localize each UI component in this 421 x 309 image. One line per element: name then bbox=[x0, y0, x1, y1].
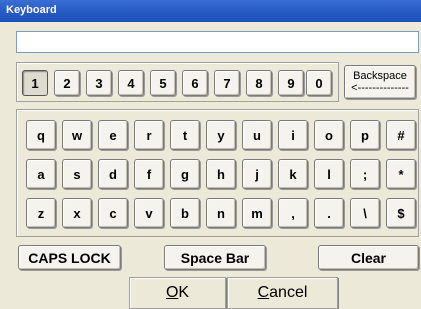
key-2[interactable]: 2 bbox=[54, 70, 80, 96]
key-2-9[interactable]: \ bbox=[350, 198, 380, 228]
key-0-3[interactable]: r bbox=[134, 120, 164, 150]
key-4[interactable]: 4 bbox=[118, 70, 144, 96]
key-5[interactable]: 5 bbox=[150, 70, 176, 96]
key-1-10[interactable]: * bbox=[386, 159, 416, 189]
key-0-9[interactable]: p bbox=[350, 120, 380, 150]
key-0-7[interactable]: i bbox=[278, 120, 308, 150]
key-1-6[interactable]: j bbox=[242, 159, 272, 189]
ok-label-rest: K bbox=[178, 284, 190, 301]
key-6[interactable]: 6 bbox=[182, 70, 208, 96]
key-0-6[interactable]: u bbox=[242, 120, 272, 150]
space-bar-button[interactable]: Space Bar bbox=[164, 245, 266, 270]
key-2-6[interactable]: m bbox=[242, 198, 272, 228]
backspace-button[interactable]: Backspace <-------------- bbox=[344, 65, 416, 99]
key-2-3[interactable]: v bbox=[134, 198, 164, 228]
key-2-0[interactable]: z bbox=[26, 198, 56, 228]
cancel-label-accel: C bbox=[257, 284, 270, 301]
key-0-2[interactable]: e bbox=[98, 120, 128, 150]
key-1-4[interactable]: g bbox=[170, 159, 200, 189]
key-2-7[interactable]: , bbox=[278, 198, 308, 228]
key-1-9[interactable]: ; bbox=[350, 159, 380, 189]
caps-lock-button[interactable]: CAPS LOCK bbox=[18, 245, 121, 270]
key-0-8[interactable]: o bbox=[314, 120, 344, 150]
key-2-1[interactable]: x bbox=[62, 198, 92, 228]
backspace-label: Backspace bbox=[353, 70, 407, 82]
key-8[interactable]: 8 bbox=[246, 70, 272, 96]
key-0-5[interactable]: y bbox=[206, 120, 236, 150]
key-3[interactable]: 3 bbox=[86, 70, 112, 96]
key-0[interactable]: 0 bbox=[306, 70, 332, 96]
cancel-button[interactable]: Cancel bbox=[227, 277, 338, 309]
clear-button[interactable]: Clear bbox=[318, 245, 419, 270]
key-1-2[interactable]: d bbox=[98, 159, 128, 189]
key-2-4[interactable]: b bbox=[170, 198, 200, 228]
key-2-8[interactable]: . bbox=[314, 198, 344, 228]
key-1-0[interactable]: a bbox=[26, 159, 56, 189]
key-2-5[interactable]: n bbox=[206, 198, 236, 228]
key-1-8[interactable]: l bbox=[314, 159, 344, 189]
key-1[interactable]: 1 bbox=[22, 70, 48, 96]
key-2-2[interactable]: c bbox=[98, 198, 128, 228]
key-0-0[interactable]: q bbox=[26, 120, 56, 150]
key-2-10[interactable]: $ bbox=[386, 198, 416, 228]
key-9[interactable]: 9 bbox=[278, 70, 304, 96]
ok-label-accel: O bbox=[165, 284, 179, 301]
window-title: Keyboard bbox=[6, 4, 57, 16]
window-titlebar[interactable]: Keyboard bbox=[0, 0, 421, 22]
key-0-10[interactable]: # bbox=[386, 120, 416, 150]
ok-button[interactable]: OK bbox=[129, 277, 226, 309]
backspace-arrow: <-------------- bbox=[351, 82, 409, 94]
key-0-1[interactable]: w bbox=[62, 120, 92, 150]
key-1-5[interactable]: h bbox=[206, 159, 236, 189]
key-1-7[interactable]: k bbox=[278, 159, 308, 189]
key-0-4[interactable]: t bbox=[170, 120, 200, 150]
text-input[interactable] bbox=[16, 31, 419, 53]
key-1-3[interactable]: f bbox=[134, 159, 164, 189]
cancel-label-rest: ancel bbox=[269, 284, 308, 301]
key-1-1[interactable]: s bbox=[62, 159, 92, 189]
key-7[interactable]: 7 bbox=[214, 70, 240, 96]
